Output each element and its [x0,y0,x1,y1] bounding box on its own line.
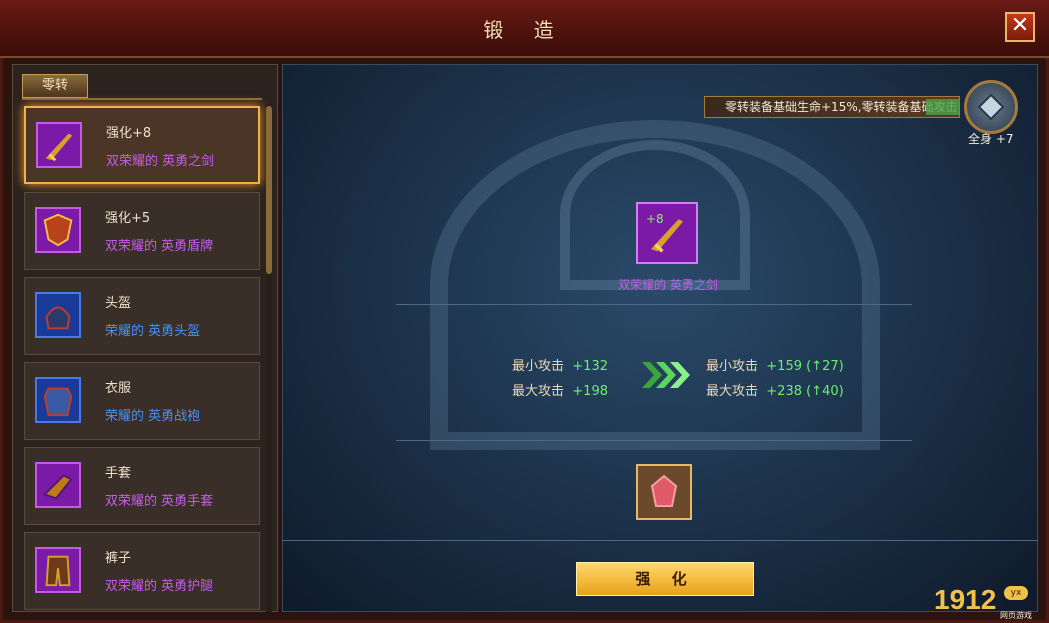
stat-label: 最大攻击 [706,384,759,399]
list-item-sword[interactable]: 强化+8 双荣耀的 英勇之剑 [24,106,260,184]
full-body-medal[interactable] [964,80,1018,134]
next-stat-max: 最大攻击 +238 (↑40) [706,380,844,399]
next-stat-min: 最小攻击 +159 (↑27) [706,355,844,374]
stat-label: 最小攻击 [706,359,759,374]
current-stat-max: 最大攻击 +198 [512,380,608,399]
list-item-shield[interactable]: 强化+5 双荣耀的 英勇盾牌 [24,192,260,270]
material-slot[interactable] [636,464,692,520]
stat-value: +238 [766,384,802,399]
gem-icon [650,474,678,507]
title-bar: 锻 造 [0,0,1049,58]
diamond-icon [977,93,1005,121]
upgrade-arrow-icon [642,362,690,388]
bonus-tooltip: 零转装备基础生命+15%,零转装备基础攻击+1 [704,96,960,118]
item-name: 强化+8 [106,126,152,141]
list-item-gloves[interactable]: 手套 双荣耀的 英勇手套 [24,447,260,525]
close-button[interactable]: ✕ [1005,12,1035,42]
pants-icon [35,547,81,593]
stat-label: 最小攻击 [512,359,565,374]
stat-increase: (↑27) [806,359,844,374]
item-desc: 荣耀的 英勇战袍 [105,409,201,424]
close-icon: ✕ [1010,13,1030,38]
stat-value: +198 [572,384,608,399]
full-body-label: 全身 +7 [968,132,1014,146]
item-name: 手套 [105,466,132,481]
divider-bottom [396,440,912,441]
item-desc: 双荣耀的 英勇之剑 [106,154,215,169]
item-name: 裤子 [105,551,132,566]
item-name: 强化+5 [105,211,151,226]
tab-divider [22,98,262,100]
stat-value: +132 [572,359,608,374]
enhance-level: +8 [646,212,664,226]
divider-footer [282,540,1038,541]
stat-increase: (↑40) [806,384,844,399]
bonus-progress-bar [926,99,960,115]
shield-icon [35,207,81,253]
item-desc: 双荣耀的 英勇手套 [105,494,214,509]
item-desc: 双荣耀的 英勇护腿 [105,579,214,594]
divider-top [396,304,912,305]
current-stat-min: 最小攻击 +132 [512,355,608,374]
site-logo: 1912 [934,584,997,615]
sword-icon [36,122,82,168]
item-name: 衣服 [105,381,132,396]
item-desc: 双荣耀的 英勇盾牌 [105,239,214,254]
list-item-pants[interactable]: 裤子 双荣耀的 英勇护腿 [24,532,260,610]
enhance-button[interactable]: 强 化 [576,562,754,596]
stat-value: +159 [766,359,802,374]
scrollbar-thumb[interactable] [266,106,272,274]
window-title: 锻 造 [483,18,566,42]
stat-label: 最大攻击 [512,384,565,399]
item-desc: 荣耀的 英勇头盔 [105,324,201,339]
list-item-armor[interactable]: 衣服 荣耀的 英勇战袍 [24,362,260,440]
logo-badge: yx [1004,586,1028,600]
logo-subtitle: 网页游戏 [1000,611,1032,620]
item-name: 头盔 [105,296,132,311]
glove-icon [35,462,81,508]
equipment-name: 双荣耀的 英勇之剑 [618,278,718,292]
helmet-icon [35,292,81,338]
tab-zero-turn[interactable]: 零转 [22,74,88,98]
armor-icon [35,377,81,423]
